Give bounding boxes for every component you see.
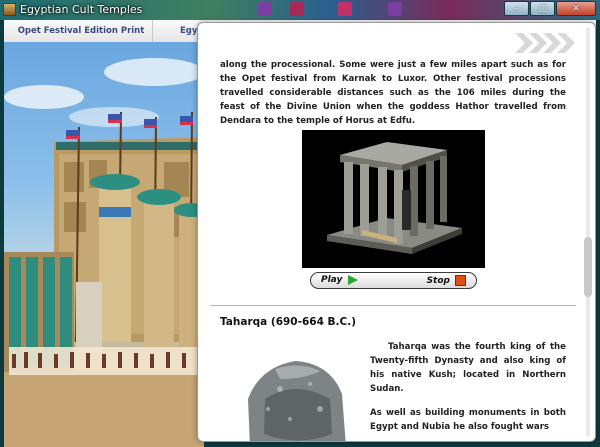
section-divider: [210, 305, 576, 306]
maximize-button[interactable]: □: [530, 1, 555, 16]
scrollbar-thumb[interactable]: [584, 237, 592, 297]
article-content: along the processional. Some were just a…: [210, 58, 576, 441]
play-icon: [348, 275, 359, 285]
app-icon: [3, 3, 16, 16]
minimize-icon: –: [514, 3, 519, 14]
video-frame: [302, 130, 485, 268]
section-title: Taharqa (690-664 B.C.): [220, 316, 357, 328]
window-controls: – □ ✕: [503, 1, 596, 17]
article-panel[interactable]: along the processional. Some were just a…: [197, 22, 596, 442]
temple-scene-image: [4, 58, 204, 447]
window-titlebar[interactable]: Egyptian Cult Temples – □ ✕: [0, 0, 600, 21]
taharqa-statue-image: [220, 339, 362, 441]
tab-opet-festival-edition-print[interactable]: Opet Festival Edition Print: [10, 20, 153, 42]
play-label: Play: [321, 275, 343, 285]
scrollbar-track[interactable]: [586, 27, 590, 437]
next-arrows-icon[interactable]: [515, 33, 575, 53]
stop-icon: [455, 275, 466, 286]
stop-label: Stop: [426, 275, 450, 286]
bio-paragraph: Taharqa was the fourth king of the Twent…: [370, 342, 566, 394]
stop-button[interactable]: Stop: [427, 275, 466, 286]
temple-kiosk-video[interactable]: [302, 130, 485, 268]
close-button[interactable]: ✕: [556, 1, 596, 16]
panel-scrollbar[interactable]: [583, 27, 593, 437]
minimize-button[interactable]: –: [504, 1, 529, 16]
intro-paragraph: along the processional. Some were just a…: [220, 60, 566, 126]
close-icon: ✕: [572, 3, 580, 14]
window-title: Egyptian Cult Temples: [20, 3, 143, 16]
taharqa-bio: Taharqa was the fourth king of the Twent…: [370, 340, 566, 441]
video-controls: Play Stop: [310, 272, 477, 289]
temple-illustration: [4, 42, 204, 447]
bio-paragraph: As well as building monuments in both Eg…: [370, 408, 566, 432]
maximize-icon: □: [538, 3, 547, 14]
play-button[interactable]: Play: [321, 275, 359, 285]
